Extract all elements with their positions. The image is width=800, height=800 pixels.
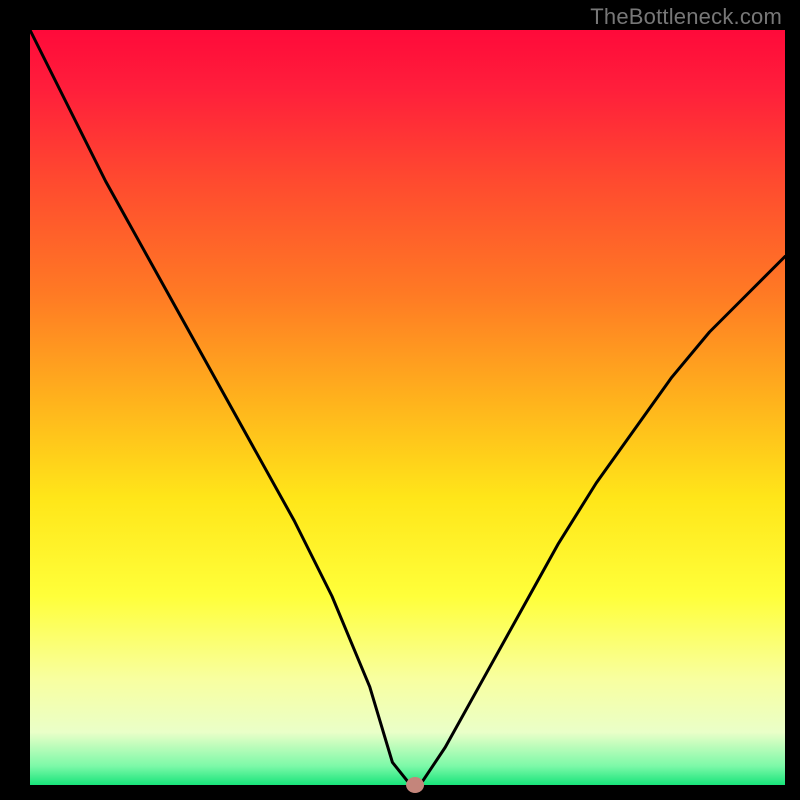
chart-gradient-bg xyxy=(30,30,785,785)
chart-svg xyxy=(0,0,800,800)
optimal-point-marker xyxy=(406,777,424,793)
watermark-text: TheBottleneck.com xyxy=(590,4,782,30)
chart-stage: TheBottleneck.com xyxy=(0,0,800,800)
